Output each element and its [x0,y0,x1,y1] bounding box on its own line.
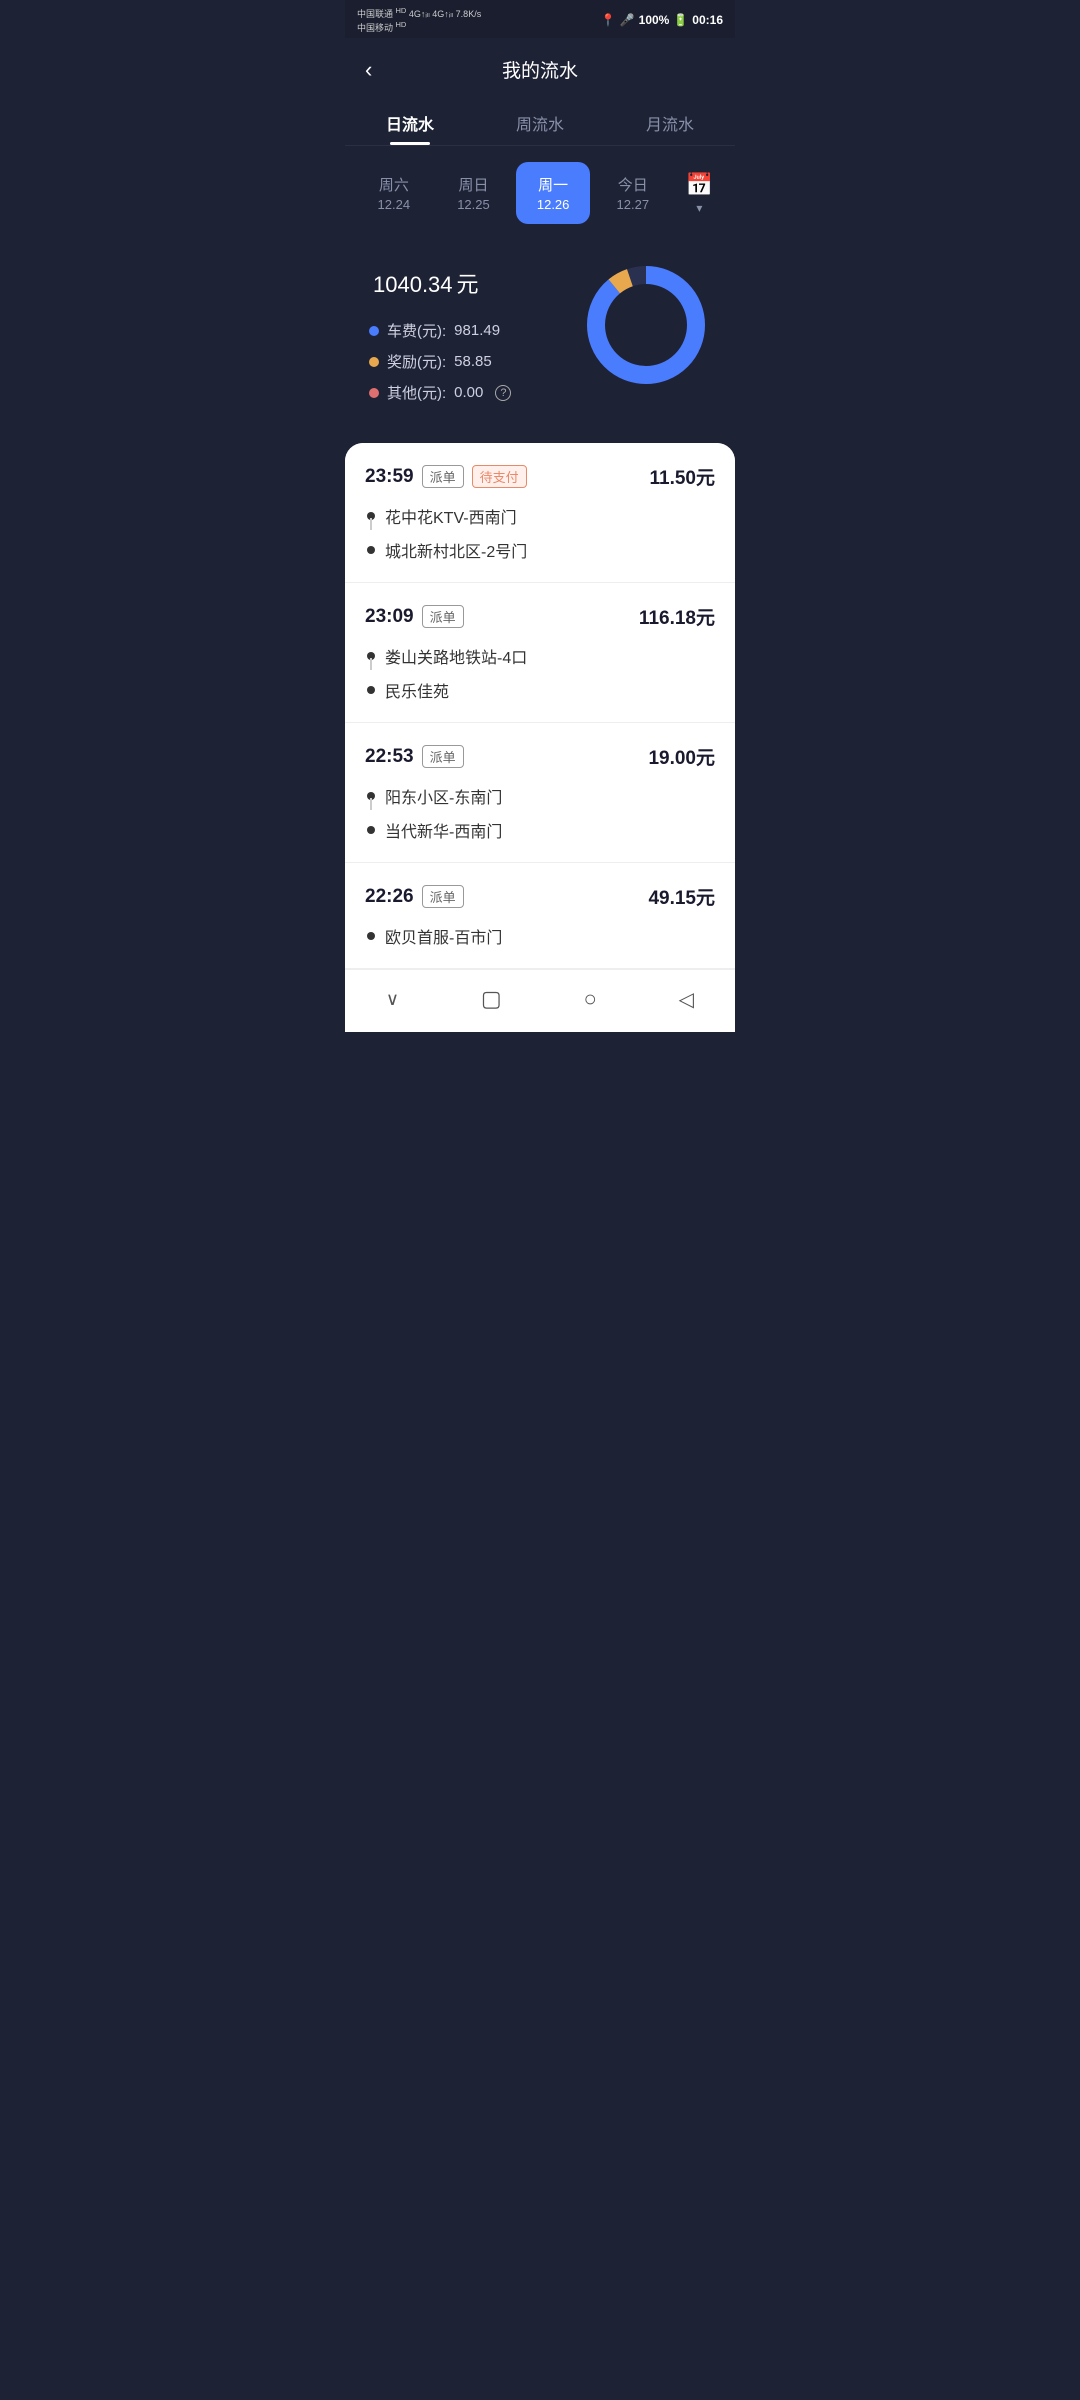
day-sunday[interactable]: 周日 12.25 [437,162,511,224]
route-line [370,658,372,670]
other-dot [369,388,379,398]
order-3-from: 阳东小区-东南门 [367,784,715,808]
order-4-amount: 49.15元 [648,883,715,910]
order-1-amount: 11.50元 [650,463,716,490]
to-dot [367,826,375,834]
order-1-tag-pending: 待支付 [472,465,527,488]
location-icon: 📍 [601,13,616,27]
route-line [370,798,372,810]
donut-chart [581,260,711,390]
order-2-route: 娄山关路地铁站-4口 民乐佳苑 [365,644,715,702]
order-4-from: 欧贝首服-百市门 [367,924,715,948]
order-2-tag-dispatch: 派单 [422,605,464,628]
calendar-button[interactable]: 📅 ▾ [676,164,723,223]
header: ‹ 我的流水 [345,38,735,97]
day-saturday[interactable]: 周六 12.24 [357,162,431,224]
day-today[interactable]: 今日 12.27 [596,162,670,224]
order-2-time: 23:09 [365,606,414,628]
order-3-time: 22:53 [365,746,414,768]
order-1: 23:59 派单 待支付 11.50元 花中花KTV-西南门 城北新村北区-2号… [345,443,735,583]
order-3-amount: 19.00元 [648,743,715,770]
chevron-down-icon: ▾ [696,201,702,215]
to-dot [367,546,375,554]
info-icon[interactable]: ? [495,385,511,401]
from-dot [367,932,375,940]
status-bar: 中国联通 HD 4G↑ᵢₗₗ 4G↑ᵢₗₗ 7.8K/s 中国移动 HD 📍 🎤… [345,0,735,38]
order-1-tag-dispatch: 派单 [422,465,464,488]
carrier-info: 中国联通 HD 4G↑ᵢₗₗ 4G↑ᵢₗₗ 7.8K/s 中国移动 HD [357,6,481,34]
battery-icon: 🔋 [673,13,688,27]
order-4: 22:26 派单 49.15元 欧贝首服-百市门 [345,863,735,969]
nav-back-button[interactable]: ◁ [659,983,714,1016]
fare-dot [369,326,379,336]
total-amount: 1040.34元 [369,254,581,302]
stats-left: 1040.34元 车费(元): 981.49 奖励(元): 58.85 其他(元… [369,254,581,413]
order-4-route: 欧贝首服-百市门 [365,924,715,948]
order-4-time-tags: 22:26 派单 [365,885,464,908]
order-3-tag-dispatch: 派单 [422,745,464,768]
stats-section: 1040.34元 车费(元): 981.49 奖励(元): 58.85 其他(元… [345,244,735,443]
nav-down-button[interactable]: ∨ [366,985,419,1014]
page-title: 我的流水 [502,56,578,83]
order-2: 23:09 派单 116.18元 娄山关路地铁站-4口 民乐佳苑 [345,583,735,723]
order-2-to: 民乐佳苑 [367,678,715,702]
carrier2: 中国移动 HD [357,20,481,34]
order-1-time: 23:59 [365,466,414,488]
order-1-time-tags: 23:59 派单 待支付 [365,465,527,488]
order-1-route: 花中花KTV-西南门 城北新村北区-2号门 [365,504,715,562]
calendar-icon: 📅 [686,172,713,198]
tab-monthly[interactable]: 月流水 [605,97,735,145]
order-3: 22:53 派单 19.00元 阳东小区-东南门 当代新华-西南门 [345,723,735,863]
bottom-nav: ∨ ▢ ○ ◁ [345,969,735,1032]
day-selector: 周六 12.24 周日 12.25 周一 12.26 今日 12.27 📅 ▾ [345,146,735,244]
order-2-header: 23:09 派单 116.18元 [365,603,715,630]
order-3-route: 阳东小区-东南门 当代新华-西南门 [365,784,715,842]
order-3-to: 当代新华-西南门 [367,818,715,842]
status-right: 📍 🎤 100% 🔋 00:16 [601,13,723,27]
tab-bar: 日流水 周流水 月流水 [345,97,735,146]
other-row: 其他(元): 0.00 ? [369,382,581,403]
nav-square-button[interactable]: ▢ [461,982,522,1016]
order-1-header: 23:59 派单 待支付 11.50元 [365,463,715,490]
mic-icon: 🎤 [620,13,635,27]
bonus-dot [369,357,379,367]
carrier1: 中国联通 HD 4G↑ᵢₗₗ 4G↑ᵢₗₗ 7.8K/s [357,6,481,20]
nav-home-button[interactable]: ○ [564,982,617,1016]
route-line [370,518,372,530]
order-4-time: 22:26 [365,886,414,908]
to-dot [367,686,375,694]
order-4-tag-dispatch: 派单 [422,885,464,908]
order-3-time-tags: 22:53 派单 [365,745,464,768]
order-2-from: 娄山关路地铁站-4口 [367,644,715,668]
order-3-header: 22:53 派单 19.00元 [365,743,715,770]
bonus-row: 奖励(元): 58.85 [369,351,581,372]
order-1-to: 城北新村北区-2号门 [367,538,715,562]
order-4-header: 22:26 派单 49.15元 [365,883,715,910]
battery-percent: 100% [639,13,670,27]
order-2-time-tags: 23:09 派单 [365,605,464,628]
time: 00:16 [692,13,723,27]
fare-row: 车费(元): 981.49 [369,320,581,341]
back-button[interactable]: ‹ [365,57,372,83]
orders-list: 23:59 派单 待支付 11.50元 花中花KTV-西南门 城北新村北区-2号… [345,443,735,969]
tab-weekly[interactable]: 周流水 [475,97,605,145]
tab-daily[interactable]: 日流水 [345,97,475,145]
order-2-amount: 116.18元 [639,603,715,630]
day-monday[interactable]: 周一 12.26 [516,162,590,224]
order-1-from: 花中花KTV-西南门 [367,504,715,528]
